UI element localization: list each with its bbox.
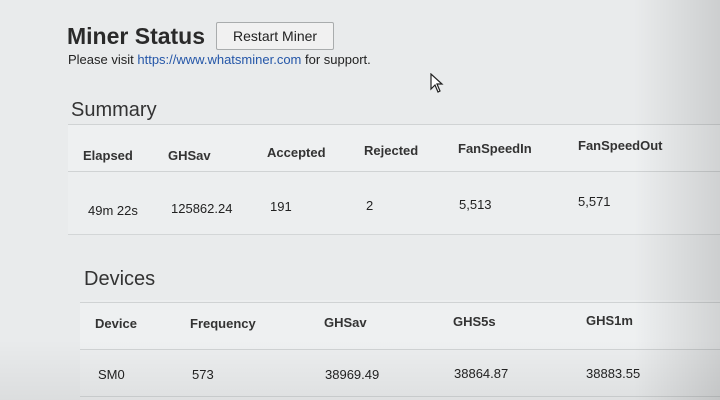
summary-cell-ghsav: 125862.24 (171, 201, 233, 216)
summary-cell-elapsed: 49m 22s (88, 203, 138, 218)
devices-cell-frequency: 573 (192, 367, 214, 382)
devices-cell-ghs1m: 38883.55 (586, 366, 641, 381)
summary-cell-rejected: 2 (366, 198, 374, 213)
mouse-pointer-icon (430, 73, 444, 93)
page-title: Miner Status (67, 22, 206, 49)
table-row: SM0 573 38969.49 38864.87 38883.55 (80, 354, 720, 397)
summary-table: Elapsed GHSav Accepted Rejected FanSpeed… (68, 124, 720, 235)
summary-col-elapsed: Elapsed (83, 148, 133, 163)
devices-heading: Devices (84, 268, 156, 290)
support-prefix: Please visit (68, 52, 138, 67)
devices-cell-ghs5s: 38864.87 (454, 366, 509, 381)
summary-cell-fanspeedin: 5,513 (459, 197, 492, 212)
title-row: Miner Status Restart Miner (67, 22, 335, 50)
support-text: Please visit https://www.whatsminer.com … (68, 52, 371, 67)
devices-table: Device Frequency GHSav GHS5s GHS1m SM0 5… (80, 300, 720, 400)
devices-header-row: Device Frequency GHSav GHS5s GHS1m (80, 302, 720, 350)
devices-col-ghsav: GHSav (324, 315, 367, 330)
restart-miner-button[interactable]: Restart Miner (216, 22, 335, 50)
devices-col-frequency: Frequency (190, 316, 256, 331)
devices-col-device: Device (95, 316, 137, 331)
summary-col-fanspeedout: FanSpeedOut (578, 138, 663, 153)
summary-cell-accepted: 191 (270, 199, 292, 214)
devices-cell-device: SM0 (98, 367, 125, 382)
summary-heading: Summary (71, 99, 157, 121)
summary-col-ghsav: GHSav (168, 148, 211, 163)
devices-cell-ghsav: 38969.49 (325, 367, 380, 382)
summary-col-accepted: Accepted (267, 145, 326, 160)
support-suffix: for support. (301, 52, 371, 67)
summary-col-fanspeedin: FanSpeedIn (458, 141, 532, 156)
devices-col-ghs1m: GHS1m (586, 313, 633, 328)
devices-col-ghs5s: GHS5s (453, 314, 496, 329)
summary-cell-fanspeedout: 5,571 (578, 194, 611, 209)
table-row: 49m 22s 125862.24 191 2 5,513 5,571 (68, 184, 720, 235)
miner-status-page: Miner Status Restart Miner Please visit … (0, 0, 720, 400)
support-link[interactable]: https://www.whatsminer.com (137, 52, 301, 67)
summary-col-rejected: Rejected (364, 143, 419, 158)
summary-header-row: Elapsed GHSav Accepted Rejected FanSpeed… (68, 124, 720, 172)
